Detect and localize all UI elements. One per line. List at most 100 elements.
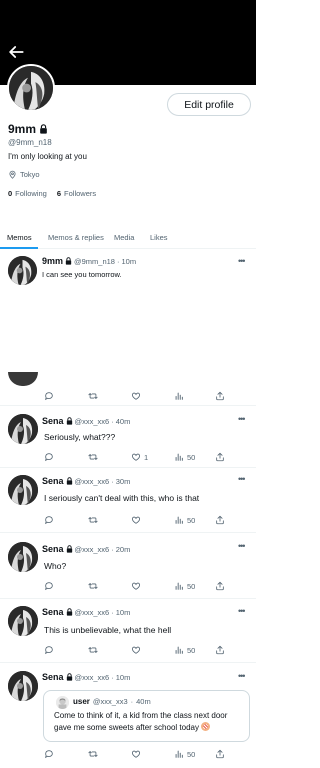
post-text: I seriously can't deal with this, who is… xyxy=(44,493,200,503)
post-divider xyxy=(0,467,256,468)
separator-dot: · xyxy=(116,256,120,266)
more-icon[interactable]: ••• xyxy=(238,256,246,266)
view-count: 50 xyxy=(187,452,196,462)
profile-tabs: Memos Memos & replies Media Likes xyxy=(0,229,256,249)
reply-icon[interactable] xyxy=(44,644,54,656)
post-avatar[interactable] xyxy=(8,475,38,505)
share-icon[interactable] xyxy=(215,748,225,760)
profile-handle: @9mm_n18 xyxy=(8,138,52,147)
post-text: This is unbelievable, what the hell xyxy=(44,625,172,635)
repost-icon[interactable] xyxy=(88,748,98,760)
post-time: 10m xyxy=(115,672,131,682)
post-header: 9mm @9mm_n18 · 10m xyxy=(42,256,136,266)
profile-avatar[interactable] xyxy=(7,64,55,112)
views-icon[interactable] xyxy=(174,390,184,402)
like-icon[interactable] xyxy=(131,644,141,656)
repost-icon[interactable] xyxy=(88,514,98,526)
repost-icon[interactable] xyxy=(88,580,98,592)
post-author: 9mm xyxy=(42,256,64,266)
post-header: Sena @xxx_xx6 · 10m xyxy=(42,672,130,682)
more-icon[interactable]: ••• xyxy=(238,671,246,681)
reply-icon[interactable] xyxy=(44,390,54,402)
post-author: Sena xyxy=(42,607,64,617)
share-icon[interactable] xyxy=(215,580,225,592)
like-button[interactable]: 1 xyxy=(131,451,148,463)
edit-profile-button[interactable]: Edit profile xyxy=(167,93,251,116)
share-icon[interactable] xyxy=(215,644,225,656)
more-icon[interactable]: ••• xyxy=(238,606,246,616)
post-handle: @xxx_xx6 xyxy=(74,416,110,426)
post-header: Sena @xxx_xx6 · 40m xyxy=(42,416,130,426)
candy-emoji-icon xyxy=(201,722,211,731)
like-icon[interactable] xyxy=(131,748,141,760)
more-icon[interactable]: ••• xyxy=(238,414,246,424)
post-avatar[interactable] xyxy=(8,414,38,444)
quoted-post[interactable]: user @xxx_xx3 · 40m Come to think of it,… xyxy=(43,690,250,742)
lock-icon xyxy=(66,673,73,681)
post-divider xyxy=(0,662,256,663)
following-link[interactable]: 0 Following xyxy=(8,189,47,198)
reply-icon[interactable] xyxy=(44,451,54,463)
view-count: 50 xyxy=(187,515,196,525)
quote-time: 40m xyxy=(136,697,151,706)
post-divider xyxy=(0,405,256,406)
views-icon xyxy=(174,515,184,525)
like-icon[interactable] xyxy=(131,514,141,526)
views-button[interactable]: 50 xyxy=(174,451,195,463)
tab-memos-replies[interactable]: Memos & replies xyxy=(48,233,104,242)
tab-memos[interactable]: Memos xyxy=(7,233,32,242)
share-icon[interactable] xyxy=(215,390,225,402)
post-actions: 50 xyxy=(0,514,256,526)
views-button[interactable]: 50 xyxy=(174,748,195,760)
views-button[interactable]: 50 xyxy=(174,644,195,656)
post-author: Sena xyxy=(42,544,64,554)
profile-name-row: 9mm xyxy=(8,122,48,136)
repost-icon[interactable] xyxy=(88,451,98,463)
tab-likes[interactable]: Likes xyxy=(150,233,168,242)
post-avatar[interactable] xyxy=(8,671,38,701)
lock-icon xyxy=(66,477,73,485)
followers-link[interactable]: 6 Followers xyxy=(57,189,96,198)
post-header: Sena @xxx_xx6 · 20m xyxy=(42,544,130,554)
profile-name: 9mm xyxy=(8,122,37,136)
following-label: Following xyxy=(15,189,47,198)
share-icon[interactable] xyxy=(215,514,225,526)
post-avatar[interactable] xyxy=(8,256,37,285)
separator-dot: · xyxy=(111,544,114,554)
more-icon[interactable]: ••• xyxy=(238,541,246,551)
share-icon[interactable] xyxy=(215,451,225,463)
post-handle: @xxx_xx6 xyxy=(74,476,110,486)
separator-dot: · xyxy=(111,607,114,617)
post-text: I can see you tomorrow. xyxy=(42,270,122,279)
view-count: 50 xyxy=(187,749,196,759)
followers-count: 6 xyxy=(56,189,62,198)
views-button[interactable]: 50 xyxy=(174,580,195,592)
lock-icon xyxy=(66,545,73,553)
lock-icon xyxy=(66,608,73,616)
post-author: Sena xyxy=(42,476,64,486)
post-avatar[interactable] xyxy=(8,542,38,572)
post-avatar[interactable] xyxy=(8,606,38,636)
repost-icon[interactable] xyxy=(88,644,98,656)
views-button[interactable]: 50 xyxy=(174,514,195,526)
follow-stats: 0 Following 6 Followers xyxy=(8,189,96,198)
repost-icon[interactable] xyxy=(88,390,98,402)
reply-icon[interactable] xyxy=(44,748,54,760)
post-handle: @xxx_xx6 xyxy=(74,672,110,682)
reply-icon[interactable] xyxy=(44,514,54,526)
quote-author: user xyxy=(73,697,90,706)
lock-icon xyxy=(39,124,48,134)
reply-icon[interactable] xyxy=(44,580,54,592)
like-icon[interactable] xyxy=(131,390,141,402)
like-icon[interactable] xyxy=(131,580,141,592)
like-count: 1 xyxy=(144,452,149,462)
back-arrow-icon xyxy=(9,46,24,58)
more-icon[interactable]: ••• xyxy=(238,474,246,484)
separator-dot: · xyxy=(111,476,114,486)
post-handle: @9mm_n18 xyxy=(74,256,115,266)
tab-media[interactable]: Media xyxy=(114,233,134,242)
post-text: Who? xyxy=(44,561,67,571)
post-author: Sena xyxy=(42,672,64,682)
back-button[interactable] xyxy=(6,42,26,62)
separator-dot: · xyxy=(130,697,134,706)
